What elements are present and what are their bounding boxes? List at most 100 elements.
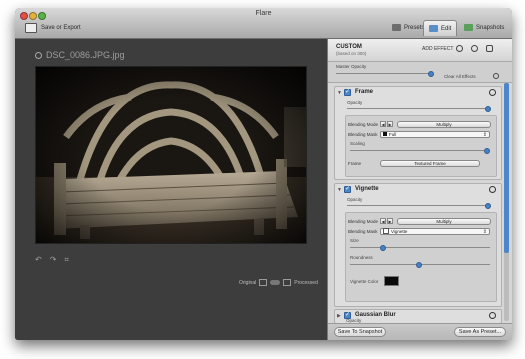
mask-swatch <box>383 228 389 234</box>
vignette-color-label: Vignette Color <box>350 279 379 284</box>
vignette-blending-mask-row: Blending Mask Vignette ⇕ <box>348 227 490 235</box>
presets-icon <box>392 24 401 31</box>
app-window: Flare Save or Export Presets Edit Snapsh… <box>15 8 512 340</box>
panel-scrollbar-thumb[interactable] <box>504 83 509 253</box>
frame-scaling-knob[interactable] <box>484 148 490 154</box>
next-mode-icon[interactable]: ▶ <box>387 121 393 127</box>
vignette-blending-mask-label: Blending Mask <box>348 228 378 234</box>
prev-mode-icon[interactable]: ◀ <box>380 121 386 127</box>
vignette-opacity-knob[interactable] <box>485 203 491 209</box>
frame-reset-icon[interactable] <box>489 89 496 96</box>
vignette-title: Vignette <box>355 186 379 192</box>
frame-blending-mask-value: Full <box>389 131 397 137</box>
panel-scrollbar[interactable] <box>504 83 509 321</box>
tab-snapshots[interactable]: Snapshots <box>459 20 509 35</box>
vignette-enable-checkbox[interactable]: ✓ <box>344 186 351 193</box>
vignette-size-label: Size <box>350 238 359 243</box>
redo-icon[interactable]: ↷ <box>50 255 57 265</box>
frame-settings: Blending Mode ◀ ▶ Multiply Blending Mask … <box>345 115 497 177</box>
vignette-settings: Blending Mode ◀ ▶ Multiply Blending Mask … <box>345 212 497 302</box>
original-label: Original <box>239 279 257 286</box>
frame-opacity-slider[interactable] <box>347 106 491 112</box>
frame-blending-mask-label: Blending Mask <box>348 131 378 137</box>
frame-scaling-slider[interactable] <box>350 148 490 154</box>
frame-blending-mask-row: Blending Mask Full ⇕ <box>348 130 490 138</box>
save-as-preset-button[interactable]: Save As Preset... <box>454 327 506 337</box>
add-effect-icon[interactable] <box>456 45 463 52</box>
vignette-blending-mode-row: Blending Mode ◀ ▶ Multiply <box>348 217 491 225</box>
canvas-tools: ↶ ↷ ⌗ <box>35 255 69 265</box>
add-effect-label: ADD EFFECT <box>422 46 454 52</box>
tab-edit[interactable]: Edit <box>423 20 458 36</box>
panel-footer: Save To Snapshot Save As Preset... <box>328 323 512 340</box>
frame-opacity-knob[interactable] <box>485 106 491 112</box>
tab-presets-label: Presets <box>404 24 425 31</box>
chevron-down-icon: ⇕ <box>482 131 487 138</box>
frame-blending-mask-select[interactable]: Full ⇕ <box>380 130 490 138</box>
tab-snapshots-label: Snapshots <box>476 24 505 31</box>
frame-enable-checkbox[interactable]: ✓ <box>344 89 351 96</box>
vignette-blending-mode-button[interactable]: Multiply <box>397 217 491 225</box>
vignette-roundness-knob[interactable] <box>416 262 422 268</box>
snapshots-icon <box>464 24 473 31</box>
collapse-icon[interactable]: ▼ <box>337 187 342 193</box>
frame-blending-mode-button[interactable]: Multiply <box>397 120 491 128</box>
vignette-section: ▼ ✓ Vignette Opacity Blending Mode ◀ ▶ Mu… <box>334 183 502 307</box>
frame-texture-row: Frame Textured Frame <box>348 159 480 167</box>
master-opacity-label: Master Opacity <box>336 64 367 69</box>
processed-label: Processed <box>294 279 318 286</box>
compare-toggle: Original Processed <box>239 279 318 286</box>
master-opacity: Master Opacity Clear All Effects <box>328 62 512 83</box>
frame-texture-label: Frame <box>348 160 362 166</box>
vignette-blending-mask-value: Vignette <box>391 228 408 234</box>
chevron-down-icon: ⇕ <box>482 228 487 235</box>
file-name-row: DSC_0086.JPG.jpg <box>35 50 125 60</box>
frame-blending-mode-row: Blending Mode ◀ ▶ Multiply <box>348 120 491 128</box>
file-name: DSC_0086.JPG.jpg <box>46 50 125 60</box>
vignette-blending-mask-select[interactable]: Vignette ⇕ <box>380 227 490 235</box>
clear-all-effects-label: Clear All Effects <box>444 74 476 79</box>
master-opacity-slider[interactable] <box>336 71 434 77</box>
preset-subtitle: (based on 300) <box>336 51 367 56</box>
processed-checkbox[interactable] <box>283 279 292 286</box>
frame-texture-button[interactable]: Textured Frame <box>380 159 480 167</box>
save-export-button[interactable]: Save or Export <box>25 22 81 34</box>
prev-mode-icon[interactable]: ◀ <box>380 218 386 224</box>
vignette-opacity-label: Opacity <box>347 197 363 202</box>
original-checkbox[interactable] <box>259 279 268 286</box>
next-mode-icon[interactable]: ▶ <box>387 218 393 224</box>
gaussian-blur-reset-icon[interactable] <box>489 312 496 319</box>
vignette-color-well[interactable] <box>384 276 399 286</box>
vignette-reset-icon[interactable] <box>489 186 496 193</box>
undo-icon[interactable]: ↶ <box>35 255 42 265</box>
mask-swatch <box>383 132 387 136</box>
master-opacity-knob[interactable] <box>428 71 434 77</box>
title-bar: Flare Save or Export Presets Edit Snapsh… <box>15 8 512 39</box>
vignette-size-slider[interactable] <box>350 245 490 251</box>
vignette-roundness-slider[interactable] <box>350 262 490 268</box>
clear-all-icon[interactable] <box>493 73 499 79</box>
collapse-icon[interactable]: ▶ <box>337 313 341 319</box>
gear-icon[interactable] <box>35 51 42 59</box>
window-title: Flare <box>255 10 272 17</box>
vignette-header: ▼ ✓ Vignette <box>335 184 501 196</box>
save-export-label: Save or Export <box>41 25 81 31</box>
save-to-snapshot-button[interactable]: Save To Snapshot <box>334 327 386 337</box>
settings-icon[interactable] <box>486 45 493 52</box>
vignette-roundness-label: Roundness <box>350 255 373 260</box>
frame-section: ▼ ✓ Frame Opacity Blending Mode ◀ ▶ Multi… <box>334 86 502 180</box>
collapse-icon[interactable]: ▼ <box>337 90 342 96</box>
photo-preview <box>35 66 307 244</box>
vignette-mode-stepper[interactable]: ◀ ▶ <box>380 218 393 224</box>
frame-mode-stepper[interactable]: ◀ ▶ <box>380 121 393 127</box>
edit-icon <box>429 25 438 32</box>
reset-icon[interactable] <box>471 45 478 52</box>
vignette-opacity-slider[interactable] <box>347 203 491 209</box>
panel-header: CUSTOM (based on 300) ADD EFFECT <box>328 39 512 62</box>
compare-switch[interactable] <box>270 280 281 285</box>
crop-icon[interactable]: ⌗ <box>64 255 69 265</box>
edit-panel: CUSTOM (based on 300) ADD EFFECT Master … <box>327 39 512 340</box>
frame-scaling-label: Scaling <box>350 141 365 146</box>
frame-header: ▼ ✓ Frame <box>335 87 501 99</box>
vignette-size-knob[interactable] <box>380 245 386 251</box>
